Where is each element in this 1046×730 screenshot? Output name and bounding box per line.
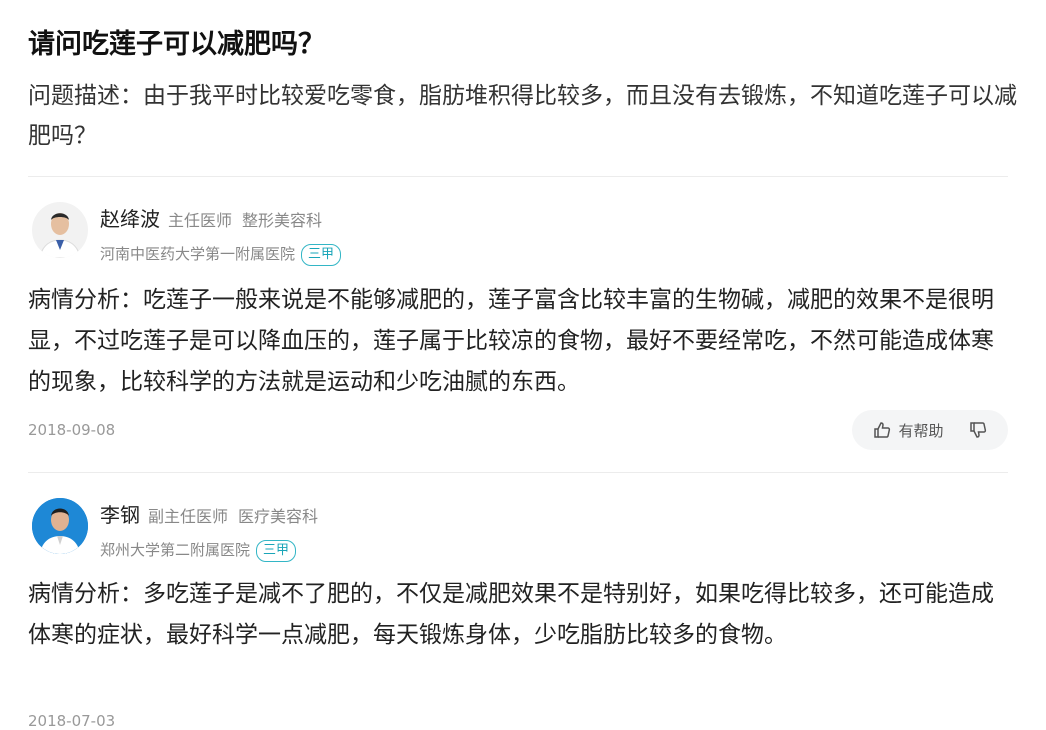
question-description: 问题描述：由于我平时比较爱吃零食，脂肪堆积得比较多，而且没有去锻炼，不知道吃莲子… <box>28 83 1017 149</box>
doctor-title: 主任医师 <box>168 211 233 230</box>
helpful-label: 有帮助 <box>898 421 944 440</box>
doctor-department: 医疗美容科 <box>238 507 319 526</box>
hospital-name[interactable]: 郑州大学第二附属医院 <box>100 541 250 559</box>
hospital-info: 郑州大学第二附属医院 三甲 <box>100 539 297 562</box>
avatar[interactable] <box>32 202 88 258</box>
doctor-title: 副主任医师 <box>148 507 229 526</box>
hospital-info: 河南中医药大学第一附属医院 三甲 <box>100 243 342 266</box>
answer-analysis: 病情分析：吃莲子一般来说是不能够减肥的，莲子富含比较丰富的生物碱，减肥的效果不是… <box>28 287 994 395</box>
divider <box>28 472 1008 473</box>
doctor-info: 李钢 副主任医师 医疗美容科 <box>100 502 318 530</box>
helpful-button[interactable]: 有帮助 <box>852 410 1008 450</box>
thumb-down-icon[interactable] <box>968 420 988 440</box>
doctor-info: 赵绛波 主任医师 整形美容科 <box>100 206 322 234</box>
thumb-up-icon[interactable] <box>872 420 892 440</box>
answer-date: 2018-07-03 <box>28 712 116 730</box>
avatar[interactable] <box>32 498 88 554</box>
doctor-department: 整形美容科 <box>242 211 323 230</box>
answer-analysis: 病情分析：多吃莲子是减不了肥的，不仅是减肥效果不是特别好，如果吃得比较多，还可能… <box>28 581 994 648</box>
hospital-level-badge: 三甲 <box>301 244 342 266</box>
question-title: 请问吃莲子可以减肥吗？ <box>28 29 325 60</box>
doctor-name[interactable]: 李钢 <box>100 503 140 527</box>
divider <box>28 176 1008 177</box>
hospital-name[interactable]: 河南中医药大学第一附属医院 <box>100 245 295 263</box>
doctor-name[interactable]: 赵绛波 <box>100 207 160 231</box>
answer-date: 2018-09-08 <box>28 421 116 439</box>
hospital-level-badge: 三甲 <box>256 540 297 562</box>
